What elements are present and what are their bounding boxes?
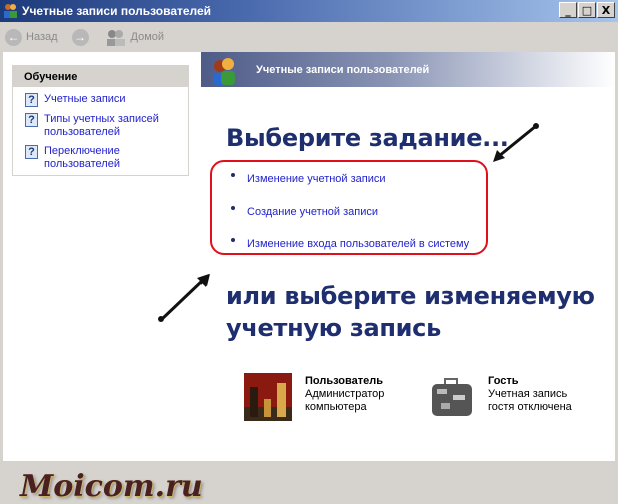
account-role: гостя отключена <box>488 401 572 413</box>
forward-button[interactable]: → <box>71 28 89 46</box>
back-button[interactable]: ← Назад <box>5 28 58 46</box>
home-users-icon <box>106 29 125 46</box>
arrow-icon <box>498 124 537 158</box>
sidebar-item-label: Учетные записи <box>44 93 126 105</box>
suitcase-icon <box>432 378 472 416</box>
sidebar-item-accounts[interactable]: ? Учетные записи <box>25 93 188 107</box>
users-icon <box>4 4 17 18</box>
help-icon: ? <box>25 93 38 107</box>
help-icon: ? <box>25 145 38 159</box>
account-role: компьютера <box>305 401 367 413</box>
help-icon: ? <box>25 113 38 127</box>
account-name: Пользователь <box>305 375 384 387</box>
back-arrow-icon: ← <box>5 28 22 46</box>
learn-box: Обучение ? Учетные записи ? Типы учетных з… <box>12 65 189 176</box>
account-role: Учетная запись <box>488 388 568 400</box>
account-heading-line1: или выберите изменяемую <box>226 282 595 310</box>
watermark-logo: Moicom.ru <box>20 469 203 504</box>
learn-title: Обучение <box>13 66 188 87</box>
sidebar-item-switch-users[interactable]: ? Переключение пользователей <box>25 145 188 171</box>
sidebar-item-label: Переключение пользователей <box>44 145 120 170</box>
account-role: Администратор <box>305 388 385 400</box>
account-user[interactable]: Пользователь Администратор компьютера <box>244 373 384 421</box>
title-bar: Учетные записи пользователей _ □ X <box>0 0 618 22</box>
chess-avatar-icon <box>244 373 292 421</box>
sidebar-item-account-types[interactable]: ? Типы учетных записей пользователей <box>25 113 188 139</box>
sidebar-item-label: Типы учетных записей пользователей <box>44 113 159 138</box>
account-guest[interactable]: Гость Учетная запись гостя отключена <box>427 373 572 421</box>
arrow-icon <box>158 274 209 322</box>
minimize-button[interactable]: _ <box>559 2 577 18</box>
maximize-button[interactable]: □ <box>578 2 596 18</box>
content-area: Обучение ? Учетные записи ? Типы учетных з… <box>0 52 615 504</box>
toolbar: ← Назад → Домой <box>0 22 618 52</box>
left-pane: Обучение ? Учетные записи ? Типы учетных з… <box>3 52 203 504</box>
back-label: Назад <box>26 31 58 43</box>
home-button[interactable]: Домой <box>105 29 165 46</box>
home-label: Домой <box>130 31 165 43</box>
close-button[interactable]: X <box>597 2 615 18</box>
account-name: Гость <box>488 375 519 387</box>
right-pane: Учетные записи пользователей Выберите за… <box>158 52 615 461</box>
account-heading-line2: учетную запись <box>226 314 441 342</box>
window-title: Учетные записи пользователей <box>22 4 212 18</box>
